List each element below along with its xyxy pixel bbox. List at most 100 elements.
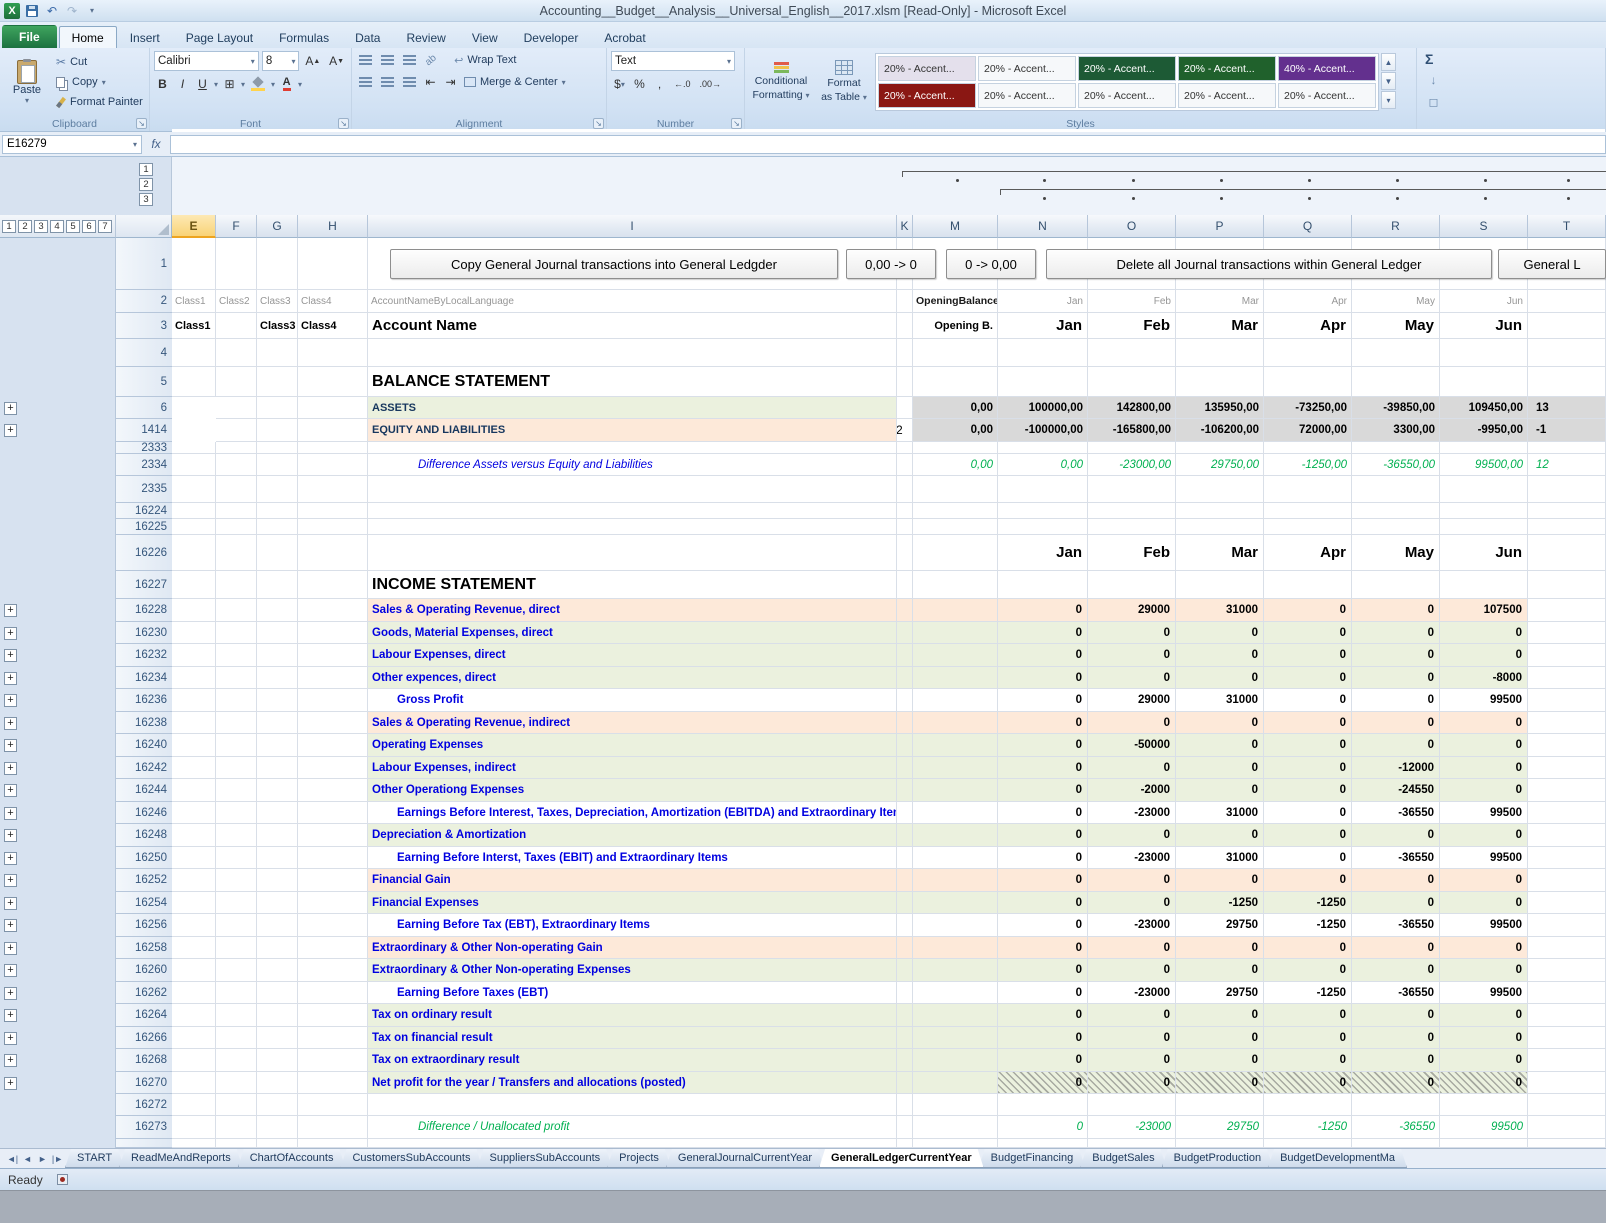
cell-R16252[interactable]: 0 — [1352, 869, 1440, 892]
outline-level-button-7[interactable]: 7 — [98, 220, 112, 233]
cell-H16248[interactable] — [298, 824, 368, 847]
cell-G2335[interactable] — [257, 476, 298, 503]
cell-T16225[interactable] — [1528, 519, 1606, 535]
cell-I16230[interactable]: Goods, Material Expenses, direct — [368, 622, 897, 644]
cell-Q16270[interactable]: 0 — [1264, 1072, 1352, 1094]
cell-E2[interactable]: Class1 — [172, 290, 216, 313]
align-right-button[interactable] — [400, 73, 419, 91]
cell-G16248[interactable] — [257, 824, 298, 847]
cell-F2335[interactable] — [216, 476, 257, 503]
cell-I16252[interactable]: Financial Gain — [368, 869, 897, 892]
align-center-button[interactable] — [378, 73, 397, 91]
cell-F16256[interactable] — [216, 914, 257, 937]
cell-E16260[interactable] — [172, 959, 216, 982]
cell-I5[interactable]: BALANCE STATEMENT — [368, 367, 897, 397]
align-middle-button[interactable] — [378, 51, 397, 69]
row-header-5[interactable]: 5 — [116, 367, 172, 397]
column-outline-level-button-3[interactable]: 3 — [139, 193, 153, 206]
cell-G16236[interactable] — [257, 689, 298, 712]
cell-N16258[interactable]: 0 — [998, 937, 1088, 959]
autosum-button[interactable]: Σ — [1425, 51, 1433, 67]
cell-N16268[interactable]: 0 — [998, 1049, 1088, 1072]
outline-expand-button-row-16232[interactable]: + — [4, 649, 17, 662]
column-header-H[interactable]: H — [298, 215, 368, 238]
outline-expand-button-row-16244[interactable]: + — [4, 784, 17, 797]
cell-T16240[interactable] — [1528, 734, 1606, 757]
cell-N2333[interactable] — [998, 442, 1088, 454]
save-button[interactable] — [24, 3, 40, 19]
prev-sheet-button[interactable]: ◄ — [21, 1154, 34, 1164]
borders-dropdown-icon[interactable]: ▾ — [241, 80, 245, 89]
row-header-16244[interactable]: 16244 — [116, 779, 172, 802]
cell-N16248[interactable]: 0 — [998, 824, 1088, 847]
row-header-2334[interactable]: 2334 — [116, 454, 172, 476]
cell-F16227[interactable] — [216, 571, 257, 599]
cell-H2[interactable]: Class4 — [298, 290, 368, 313]
cell-E16236[interactable] — [172, 689, 216, 712]
cell-O16236[interactable]: 29000 — [1088, 689, 1176, 712]
ribbon-tab-review[interactable]: Review — [393, 26, 458, 48]
cell-N16226[interactable]: Jan — [998, 535, 1088, 571]
row-header-16232[interactable]: 16232 — [116, 644, 172, 667]
cell-S16266[interactable]: 0 — [1440, 1027, 1528, 1049]
cell-S2333[interactable] — [1440, 442, 1528, 454]
outline-expand-button-row-16266[interactable]: + — [4, 1032, 17, 1045]
cell-O16248[interactable]: 0 — [1088, 824, 1176, 847]
cell-E16266[interactable] — [172, 1027, 216, 1049]
cell-E1[interactable] — [172, 238, 216, 290]
outline-expand-button-row-16230[interactable]: + — [4, 627, 17, 640]
cell-I16225[interactable] — [368, 519, 897, 535]
cell-F16250[interactable] — [216, 847, 257, 869]
row-header-16256[interactable]: 16256 — [116, 914, 172, 937]
cell-E16273[interactable] — [172, 1116, 216, 1139]
outline-expand-button-row-16236[interactable]: + — [4, 694, 17, 707]
cell-T16270[interactable] — [1528, 1072, 1606, 1094]
formula-input[interactable] — [170, 135, 1606, 154]
cell-T16246[interactable] — [1528, 802, 1606, 824]
cell-R16224[interactable] — [1352, 503, 1440, 519]
cell-I2[interactable]: AccountNameByLocalLanguage — [368, 290, 897, 313]
cell-S6[interactable]: 109450,00 — [1440, 397, 1528, 419]
cell-K16246[interactable] — [897, 802, 913, 824]
cell-H16252[interactable] — [298, 869, 368, 892]
cell-T16254[interactable] — [1528, 892, 1606, 914]
cell-O16246[interactable]: -23000 — [1088, 802, 1176, 824]
cell-style-chip[interactable]: 20% - Accent... — [1078, 56, 1176, 81]
outline-expand-button-row-16268[interactable]: + — [4, 1054, 17, 1067]
cell-T16266[interactable] — [1528, 1027, 1606, 1049]
copy-button[interactable]: Copy ▾ — [54, 73, 145, 91]
cut-button[interactable]: ✂ Cut — [54, 53, 145, 71]
row-header-2[interactable]: 2 — [116, 290, 172, 313]
cell-Q3[interactable]: Apr — [1264, 313, 1352, 339]
cell-P16273[interactable]: 29750 — [1176, 1116, 1264, 1139]
cell-H16225[interactable] — [298, 519, 368, 535]
cell-S16264[interactable]: 0 — [1440, 1004, 1528, 1027]
cell-N16252[interactable]: 0 — [998, 869, 1088, 892]
cell-I2334[interactable]: Difference Assets versus Equity and Liab… — [368, 454, 897, 476]
cell-H16250[interactable] — [298, 847, 368, 869]
cell-H1[interactable] — [298, 238, 368, 290]
cell-M16232[interactable] — [913, 644, 998, 667]
italic-button[interactable]: I — [174, 75, 191, 93]
outline-level-button-2[interactable]: 2 — [18, 220, 32, 233]
cell-P16270[interactable]: 0 — [1176, 1072, 1264, 1094]
cell-F2334[interactable] — [216, 454, 257, 476]
cell-M16242[interactable] — [913, 757, 998, 779]
cell-M2334[interactable]: 0,00 — [913, 454, 998, 476]
row-header-4[interactable]: 4 — [116, 339, 172, 367]
cell-N16273[interactable]: 0 — [998, 1116, 1088, 1139]
cell-I3[interactable]: Account Name — [368, 313, 897, 339]
row-header-16238[interactable]: 16238 — [116, 712, 172, 734]
cell-P16244[interactable]: 0 — [1176, 779, 1264, 802]
cell-K16224[interactable] — [897, 503, 913, 519]
cell-M2333[interactable] — [913, 442, 998, 454]
cell-N2334[interactable]: 0,00 — [998, 454, 1088, 476]
cell-O16244[interactable]: -2000 — [1088, 779, 1176, 802]
cell-I[interactable] — [368, 1139, 897, 1148]
outline-expand-button-row-16258[interactable]: + — [4, 942, 17, 955]
cell-K16252[interactable] — [897, 869, 913, 892]
outline-expand-button-row-16242[interactable]: + — [4, 762, 17, 775]
cell-N4[interactable] — [998, 339, 1088, 367]
font-dialog-launcher[interactable]: ↘ — [338, 118, 349, 129]
column-header-R[interactable]: R — [1352, 215, 1440, 238]
